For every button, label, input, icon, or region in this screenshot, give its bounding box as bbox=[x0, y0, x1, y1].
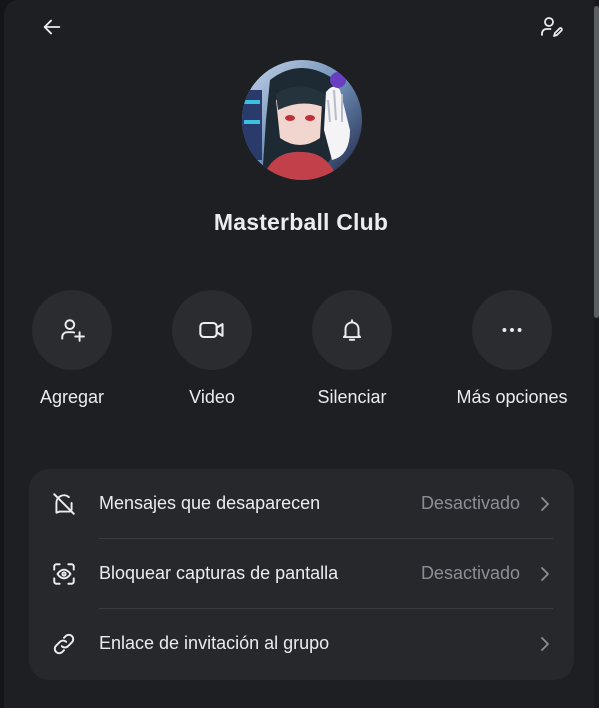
add-member-label: Agregar bbox=[39, 387, 105, 407]
edit-members-button[interactable] bbox=[533, 9, 569, 45]
group-avatar-image bbox=[242, 60, 362, 180]
video-call-button[interactable] bbox=[172, 290, 252, 370]
more-options-label: Más opciones bbox=[456, 387, 568, 407]
more-horizontal-icon bbox=[502, 328, 522, 332]
invite-link-label: Enlace de invitación al grupo bbox=[99, 633, 330, 653]
back-button[interactable] bbox=[34, 9, 70, 45]
disappearing-messages-row[interactable]: Mensajes que desaparecen Desactivado bbox=[29, 469, 574, 539]
screenshot-block-row[interactable]: Bloquear capturas de pantalla Desactivad… bbox=[29, 539, 574, 609]
person-add-icon bbox=[61, 319, 85, 342]
add-member-button[interactable] bbox=[32, 290, 112, 370]
screenshot-block-value: Desactivado bbox=[420, 563, 520, 583]
chevron-right-icon bbox=[538, 634, 552, 654]
add-member-action[interactable]: Agregar bbox=[0, 290, 152, 408]
group-settings-card: Mensajes que desaparecen Desactivado Blo… bbox=[29, 469, 574, 680]
arrow-left-icon bbox=[43, 19, 61, 35]
group-info-panel: Masterball Club Agregar Video Silenciar … bbox=[4, 0, 594, 708]
mute-button[interactable] bbox=[312, 290, 392, 370]
video-call-action[interactable]: Video bbox=[132, 290, 292, 408]
chevron-right-icon bbox=[538, 564, 552, 584]
link-icon bbox=[50, 630, 78, 658]
mute-action[interactable]: Silenciar bbox=[272, 290, 432, 408]
disappearing-messages-value: Desactivado bbox=[420, 493, 520, 513]
scrollbar-thumb[interactable] bbox=[594, 6, 599, 318]
group-name: Masterball Club bbox=[213, 209, 389, 235]
scrollbar[interactable] bbox=[594, 0, 599, 708]
more-options-button[interactable] bbox=[472, 290, 552, 370]
disappearing-messages-icon bbox=[50, 490, 78, 518]
video-camera-icon bbox=[199, 321, 224, 339]
chevron-right-icon bbox=[538, 494, 552, 514]
bell-icon bbox=[342, 319, 362, 341]
screenshot-block-label: Bloquear capturas de pantalla bbox=[99, 563, 339, 583]
video-call-label: Video bbox=[189, 387, 235, 407]
group-avatar[interactable] bbox=[242, 60, 362, 180]
more-options-action[interactable]: Más opciones bbox=[432, 290, 592, 408]
disappearing-messages-label: Mensajes que desaparecen bbox=[99, 493, 321, 513]
person-edit-icon bbox=[541, 17, 563, 37]
invite-link-row[interactable]: Enlace de invitación al grupo bbox=[29, 609, 574, 679]
mute-label: Silenciar bbox=[317, 387, 387, 407]
screenshot-block-icon bbox=[50, 560, 78, 588]
